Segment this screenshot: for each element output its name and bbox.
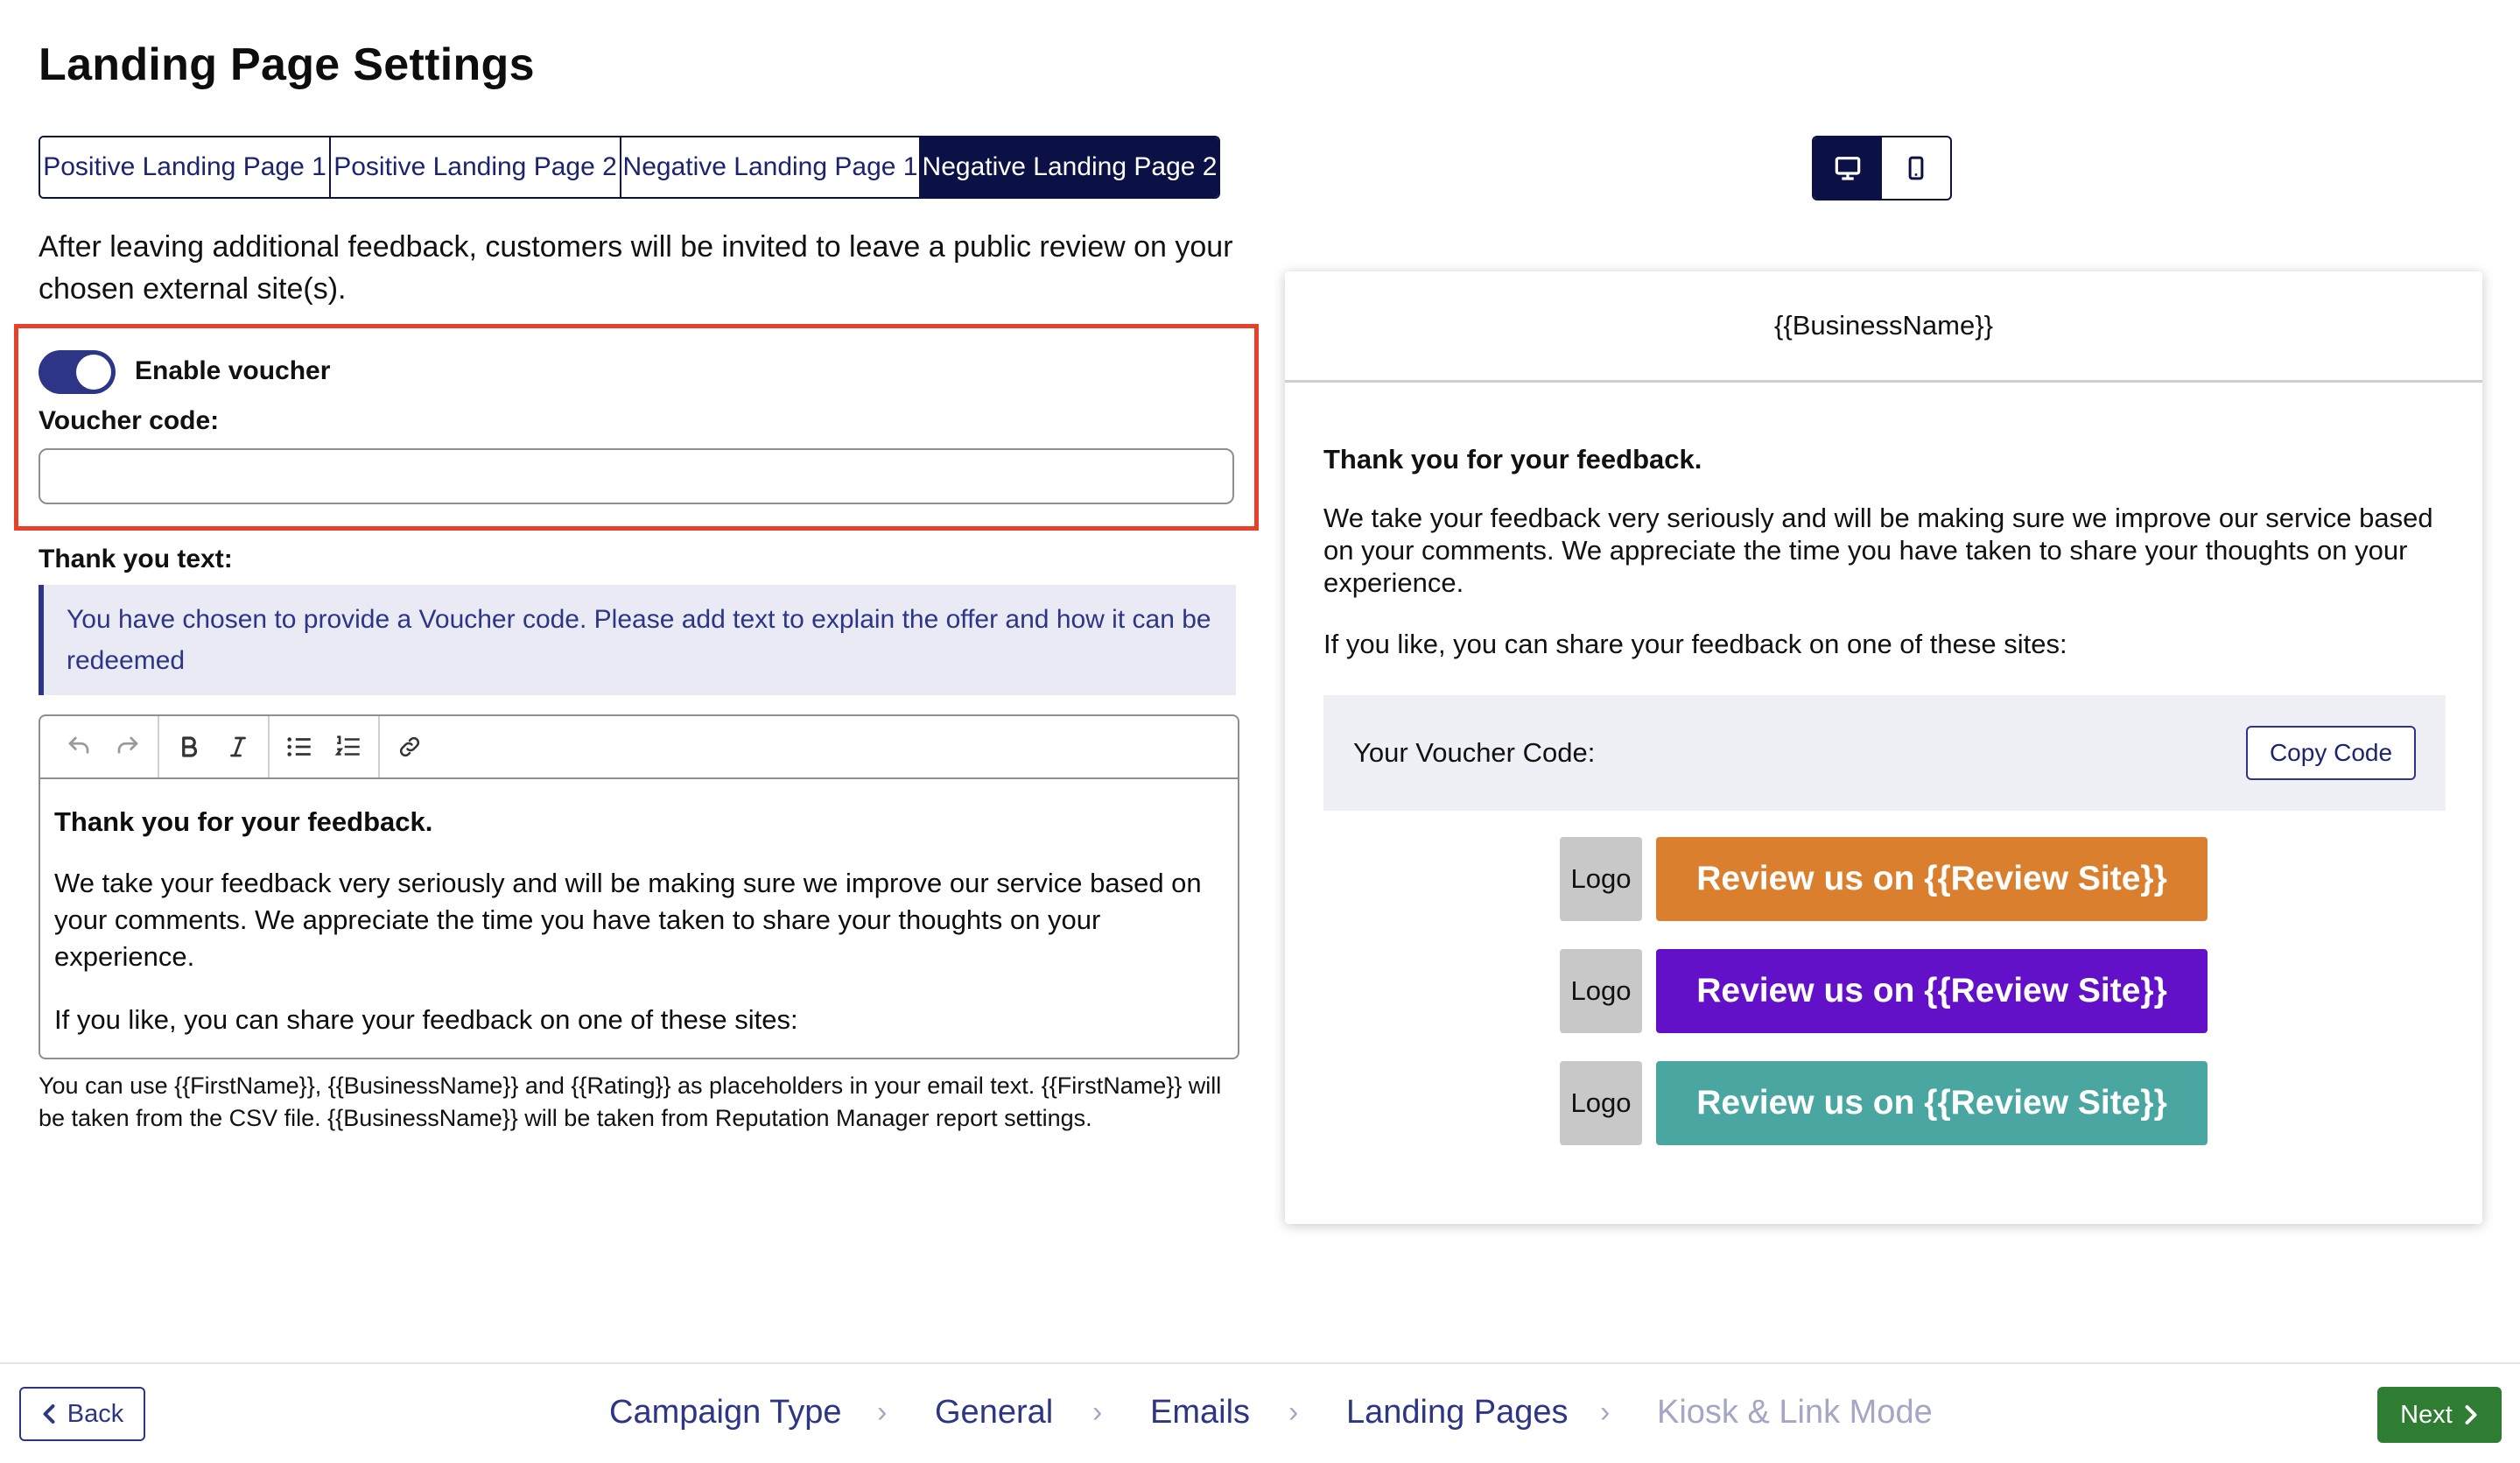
voucher-code-preview-label: Your Voucher Code: bbox=[1353, 737, 1596, 768]
review-site-row: Logo Review us on {{Review Site}} bbox=[1560, 837, 2208, 921]
enable-voucher-label: Enable voucher bbox=[135, 356, 331, 385]
editor-toolbar bbox=[40, 716, 1238, 779]
preview-title: Thank you for your feedback. bbox=[1323, 444, 1702, 475]
undo-icon[interactable] bbox=[54, 722, 103, 771]
step-emails[interactable]: Emails bbox=[1150, 1394, 1250, 1431]
device-toggle bbox=[1812, 136, 1952, 200]
next-button-label: Next bbox=[2400, 1400, 2453, 1429]
redo-icon[interactable] bbox=[103, 722, 152, 771]
preview-paragraph-2: If you like, you can share your feedback… bbox=[1323, 629, 2067, 659]
review-site-button[interactable]: Review us on {{Review Site}} bbox=[1656, 837, 2208, 921]
italic-icon[interactable] bbox=[214, 722, 263, 771]
thank-you-text-label: Thank you text: bbox=[39, 545, 233, 573]
review-site-button[interactable]: Review us on {{Review Site}} bbox=[1656, 949, 2208, 1033]
review-site-logo: Logo bbox=[1560, 1061, 1642, 1145]
thank-you-editor: Thank you for your feedback. We take you… bbox=[39, 714, 1239, 1059]
copy-code-button[interactable]: Copy Code bbox=[2246, 726, 2416, 780]
bold-icon[interactable] bbox=[165, 722, 214, 771]
review-site-button[interactable]: Review us on {{Review Site}} bbox=[1656, 1061, 2208, 1145]
landing-page-preview: {{BusinessName}} Thank you for your feed… bbox=[1285, 271, 2482, 1224]
step-landing-pages[interactable]: Landing Pages bbox=[1346, 1394, 1569, 1431]
preview-voucher-panel: Your Voucher Code: Copy Code bbox=[1323, 695, 2446, 811]
page-title: Landing Page Settings bbox=[39, 39, 535, 90]
step-campaign-type[interactable]: Campaign Type bbox=[609, 1394, 841, 1431]
desktop-preview-button[interactable] bbox=[1814, 137, 1882, 199]
step-chevron-icon: › bbox=[1092, 1396, 1103, 1429]
intro-text: After leaving additional feedback, custo… bbox=[39, 230, 1233, 306]
bullet-list-icon[interactable] bbox=[275, 722, 324, 771]
desktop-icon bbox=[1835, 157, 1861, 180]
voucher-code-input[interactable] bbox=[39, 448, 1234, 504]
review-site-row: Logo Review us on {{Review Site}} bbox=[1560, 949, 2208, 1033]
review-site-row: Logo Review us on {{Review Site}} bbox=[1560, 1061, 2208, 1145]
toggle-knob bbox=[76, 355, 111, 390]
step-chevron-icon: › bbox=[1288, 1396, 1299, 1429]
tab-negative-landing-page-2[interactable]: Negative Landing Page 2 bbox=[921, 137, 1218, 197]
voucher-code-label: Voucher code: bbox=[39, 406, 220, 435]
step-chevron-icon: › bbox=[877, 1396, 888, 1429]
tab-positive-landing-page-2[interactable]: Positive Landing Page 2 bbox=[331, 137, 621, 197]
wizard-footer: Back Campaign Type › General › Emails › … bbox=[0, 1362, 2520, 1463]
chevron-right-icon bbox=[2465, 1405, 2477, 1424]
preview-paragraph-1: We take your feedback very seriously and… bbox=[1323, 503, 2433, 598]
step-chevron-icon: › bbox=[1600, 1396, 1611, 1429]
tab-negative-landing-page-1[interactable]: Negative Landing Page 1 bbox=[621, 137, 921, 197]
step-kiosk-link-mode: Kiosk & Link Mode bbox=[1657, 1394, 1933, 1431]
editor-paragraph-1: We take your feedback very seriously and… bbox=[54, 868, 1202, 972]
link-icon[interactable] bbox=[385, 722, 434, 771]
landing-page-tabs: Positive Landing Page 1 Positive Landing… bbox=[39, 136, 1220, 199]
review-site-logo: Logo bbox=[1560, 837, 1642, 921]
wizard-steps: Campaign Type › General › Emails › Landi… bbox=[0, 1394, 2520, 1438]
editor-paragraph-2: If you like, you can share your feedback… bbox=[54, 1004, 798, 1035]
tab-positive-landing-page-1[interactable]: Positive Landing Page 1 bbox=[40, 137, 331, 197]
step-general[interactable]: General bbox=[935, 1394, 1053, 1431]
numbered-list-icon[interactable] bbox=[324, 722, 373, 771]
editor-title: Thank you for your feedback. bbox=[54, 806, 433, 837]
mobile-icon bbox=[1908, 156, 1924, 180]
preview-body: Thank you for your feedback. We take you… bbox=[1323, 443, 2453, 660]
placeholder-help-text: You can use {{FirstName}}, {{BusinessNam… bbox=[39, 1073, 1222, 1131]
voucher-notice: You have chosen to provide a Voucher cod… bbox=[39, 585, 1236, 695]
review-site-logo: Logo bbox=[1560, 949, 1642, 1033]
enable-voucher-toggle[interactable] bbox=[39, 350, 116, 394]
mobile-preview-button[interactable] bbox=[1882, 137, 1950, 199]
preview-business-name: {{BusinessName}} bbox=[1285, 271, 2482, 383]
next-button[interactable]: Next bbox=[2377, 1387, 2502, 1443]
editor-content[interactable]: Thank you for your feedback. We take you… bbox=[40, 779, 1238, 1038]
